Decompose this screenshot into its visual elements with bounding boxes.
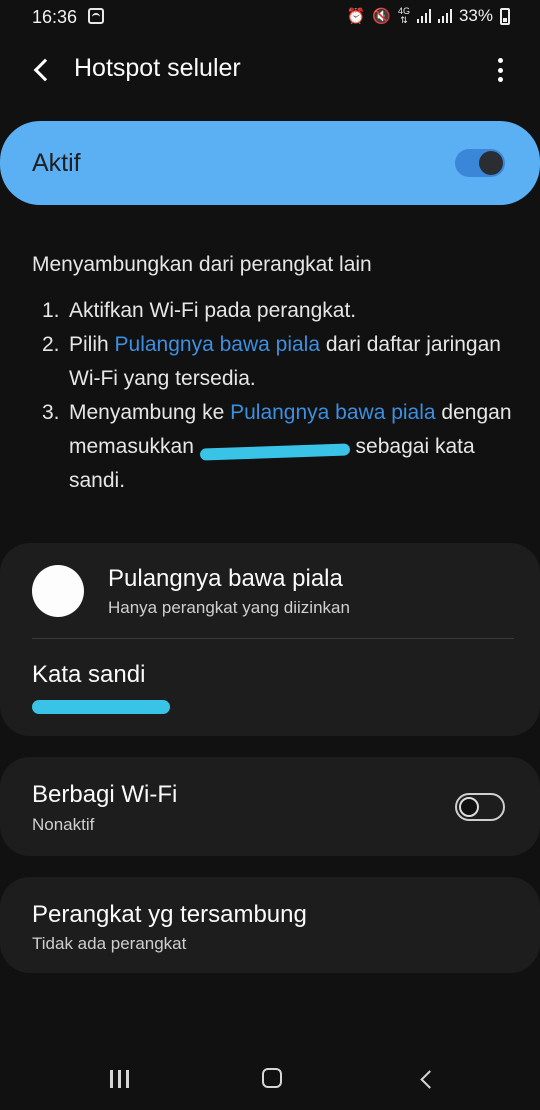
password-label: Kata sandi	[32, 661, 146, 688]
status-time: 16:36	[32, 7, 78, 27]
wifi-sharing-row[interactable]: Berbagi Wi-Fi Nonaktif	[0, 757, 540, 856]
hotspot-screen: 16:36 ⏰ 🔇 4G ⇅ 33% Hotspot seluler Aktif …	[0, 0, 540, 1110]
wifi-sharing-toggle[interactable]	[455, 793, 505, 821]
page-title: Hotspot seluler	[74, 54, 241, 82]
battery-percent: 33%	[458, 6, 493, 25]
toggle-knob	[459, 797, 479, 817]
status-bar: 16:36 ⏰ 🔇 4G ⇅ 33%	[0, 0, 540, 34]
signal-icon	[437, 9, 452, 23]
connected-devices-title: Perangkat yg tersambung	[32, 901, 307, 928]
navigation-bar	[0, 1046, 540, 1110]
redacted-password	[200, 437, 350, 457]
connected-devices-status: Tidak ada perangkat	[32, 934, 187, 953]
password-row[interactable]: Kata sandi	[0, 639, 540, 736]
step-text: Menyambung ke	[69, 401, 231, 424]
battery-charging-icon	[500, 7, 510, 25]
network-name-link: Pulangnya bawa piala	[230, 401, 436, 424]
signal-icon	[416, 9, 431, 23]
connection-instructions: Menyambungkan dari perangkat lain 1. Akt…	[32, 248, 512, 498]
master-switch-label: Aktif	[32, 149, 81, 177]
recent-apps-icon[interactable]	[110, 1070, 129, 1088]
hotspot-toggle[interactable]	[455, 149, 505, 177]
network-name-link: Pulangnya bawa piala	[114, 333, 321, 356]
wifi-calling-icon	[88, 8, 104, 24]
status-icons: ⏰ 🔇 4G ⇅ 33%	[347, 6, 510, 26]
back-arrow-icon[interactable]	[22, 50, 62, 90]
network-security: Hanya perangkat yang diizinkan	[108, 598, 350, 617]
hotspot-master-switch[interactable]: Aktif	[0, 121, 540, 205]
mute-icon: 🔇	[372, 8, 391, 25]
step-number: 3.	[42, 401, 60, 424]
network-name-row[interactable]: Pulangnya bawa piala Hanya perangkat yan…	[0, 543, 540, 638]
alarm-icon: ⏰	[346, 8, 366, 25]
step-number: 2.	[42, 333, 60, 356]
home-icon[interactable]	[262, 1068, 282, 1088]
wifi-sharing-title: Berbagi Wi-Fi	[32, 781, 178, 808]
wifi-sharing-status: Nonaktif	[32, 815, 95, 834]
more-vert-icon[interactable]	[488, 56, 512, 84]
network-4g-icon: 4G ⇅	[397, 6, 410, 25]
step-number: 1.	[42, 299, 60, 322]
instruction-steps: 1. Aktifkan Wi-Fi pada perangkat. 2. Pil…	[32, 294, 512, 498]
instructions-heading: Menyambungkan dari perangkat lain	[32, 253, 372, 276]
step-text: Pilih	[69, 333, 115, 356]
back-icon[interactable]	[418, 1070, 436, 1088]
instruction-step: 3. Menyambung ke Pulangnya bawa piala de…	[32, 396, 512, 498]
network-icon	[32, 565, 84, 617]
instruction-step: 2. Pilih Pulangnya bawa piala dari dafta…	[32, 328, 512, 396]
toggle-knob	[479, 151, 503, 175]
network-name: Pulangnya bawa piala	[108, 565, 343, 592]
instruction-step: 1. Aktifkan Wi-Fi pada perangkat.	[32, 294, 512, 328]
connected-devices-row[interactable]: Perangkat yg tersambung Tidak ada perang…	[0, 877, 540, 973]
redacted-password-value	[32, 700, 170, 714]
app-bar: Hotspot seluler	[0, 38, 540, 102]
step-text: Aktifkan Wi-Fi pada perangkat.	[69, 299, 357, 322]
